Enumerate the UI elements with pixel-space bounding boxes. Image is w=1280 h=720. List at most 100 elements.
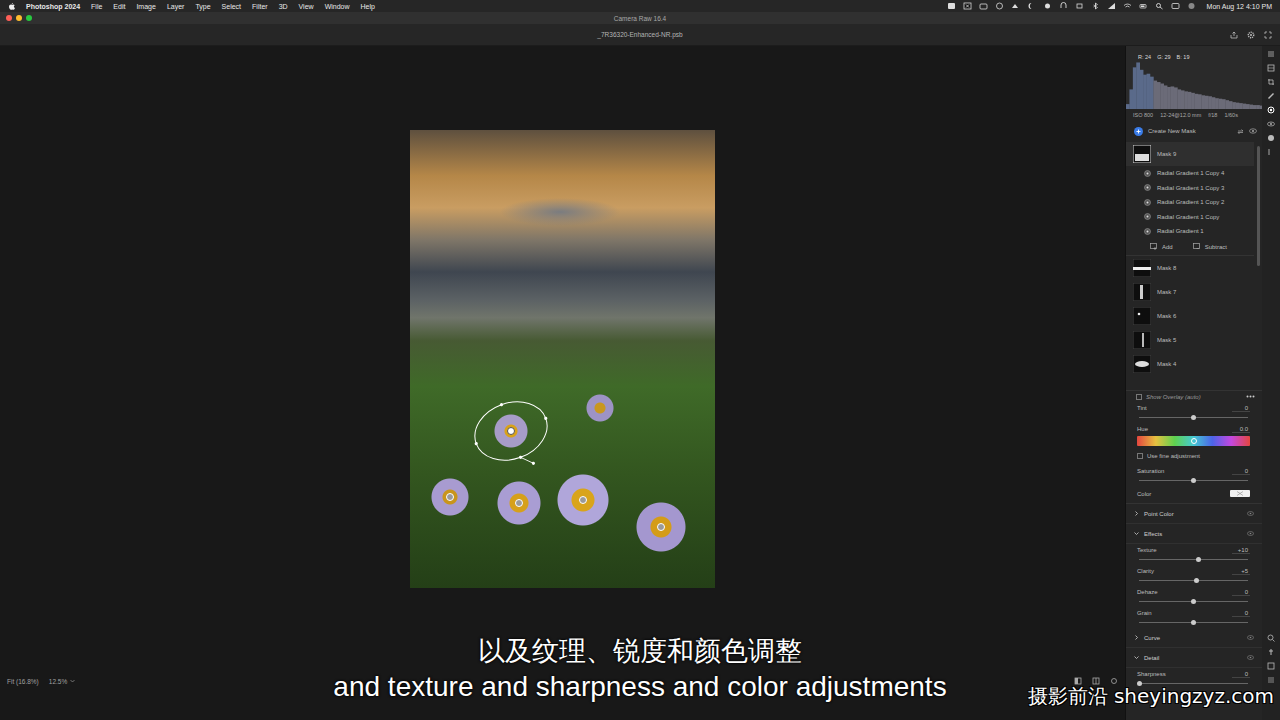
scrollbar[interactable] bbox=[1257, 146, 1260, 266]
window-button-icon[interactable] bbox=[16, 15, 22, 21]
mask-pin[interactable] bbox=[446, 493, 454, 501]
sync-icon[interactable] bbox=[1237, 128, 1244, 135]
menu-item[interactable]: View bbox=[299, 3, 314, 10]
clock[interactable]: Mon Aug 12 4:10 PM bbox=[1207, 3, 1272, 10]
status-icon[interactable] bbox=[1091, 2, 1100, 10]
create-mask-button[interactable]: Create New Mask bbox=[1148, 128, 1232, 134]
menu-item[interactable]: Layer bbox=[167, 3, 185, 10]
gear-icon[interactable] bbox=[1247, 31, 1255, 39]
mask-icon[interactable] bbox=[1267, 106, 1275, 114]
slider-value[interactable]: 0 bbox=[1232, 610, 1250, 617]
section-header[interactable]: Point Color bbox=[1126, 504, 1262, 524]
slider-track[interactable] bbox=[1139, 417, 1248, 418]
eye-icon[interactable] bbox=[1247, 511, 1254, 516]
slider-value[interactable]: 0 bbox=[1232, 405, 1250, 412]
slider-thumb[interactable] bbox=[1191, 478, 1196, 483]
mask-pin[interactable] bbox=[515, 499, 523, 507]
color-swatch-icon[interactable] bbox=[1230, 490, 1250, 497]
apple-icon[interactable] bbox=[8, 2, 15, 10]
redeye-icon[interactable] bbox=[1267, 120, 1275, 128]
mask-row[interactable]: Mask 7 bbox=[1126, 280, 1254, 304]
section-header[interactable]: Curve bbox=[1126, 628, 1262, 648]
menu-item[interactable]: Window bbox=[325, 3, 350, 10]
mask-component[interactable]: Radial Gradient 1 Copy 2 bbox=[1126, 195, 1254, 210]
edit-icon[interactable] bbox=[1267, 50, 1275, 58]
menu-item[interactable]: Help bbox=[361, 3, 375, 10]
settings-icon[interactable] bbox=[1110, 677, 1118, 685]
section-header[interactable]: Detail bbox=[1126, 648, 1262, 668]
slider-track[interactable] bbox=[1139, 559, 1248, 560]
slider-value[interactable]: 0 bbox=[1232, 589, 1250, 596]
slider-value[interactable]: 0.0 bbox=[1232, 426, 1250, 433]
presets-icon[interactable] bbox=[1267, 134, 1275, 142]
subtract-button[interactable]: Subtract bbox=[1193, 243, 1227, 250]
slider-track[interactable] bbox=[1139, 683, 1248, 684]
menu-item[interactable]: Select bbox=[222, 3, 241, 10]
slider-thumb[interactable] bbox=[1194, 578, 1199, 583]
slider-value[interactable]: +10 bbox=[1232, 547, 1250, 554]
crop-icon[interactable] bbox=[1267, 64, 1275, 72]
grid-icon[interactable] bbox=[1267, 662, 1275, 670]
mask-row[interactable]: Mask 6 bbox=[1126, 304, 1254, 328]
status-icon[interactable] bbox=[1059, 2, 1068, 10]
status-icon[interactable] bbox=[947, 2, 956, 10]
toggle-icon[interactable] bbox=[1267, 676, 1275, 684]
status-icon[interactable] bbox=[1139, 2, 1148, 10]
mask-row[interactable]: Mask 9 bbox=[1126, 142, 1254, 166]
zoom-icon[interactable] bbox=[1267, 634, 1275, 642]
photo-preview[interactable] bbox=[410, 130, 715, 588]
status-icon[interactable] bbox=[1155, 2, 1164, 10]
zoom-select[interactable]: 12.5% bbox=[49, 678, 75, 685]
menu-item[interactable]: 3D bbox=[279, 3, 288, 10]
status-icon[interactable] bbox=[1011, 2, 1020, 10]
slider-track[interactable] bbox=[1139, 601, 1248, 602]
hue-thumb[interactable] bbox=[1191, 438, 1197, 444]
status-icon[interactable] bbox=[963, 2, 972, 10]
fine-checkbox[interactable] bbox=[1137, 453, 1143, 459]
mask-component[interactable]: Radial Gradient 1 bbox=[1126, 224, 1254, 239]
eye-icon[interactable] bbox=[1247, 655, 1254, 660]
slider-track[interactable] bbox=[1139, 480, 1248, 481]
slider-thumb[interactable] bbox=[1191, 415, 1196, 420]
eye-icon[interactable] bbox=[1249, 128, 1257, 134]
fullscreen-icon[interactable] bbox=[1264, 31, 1272, 39]
more-icon[interactable] bbox=[1267, 148, 1275, 156]
add-button[interactable]: Add bbox=[1150, 243, 1173, 250]
slider-thumb[interactable] bbox=[1191, 620, 1196, 625]
window-button-icon[interactable] bbox=[26, 15, 32, 21]
hand-icon[interactable] bbox=[1267, 648, 1275, 656]
mask-component[interactable]: Radial Gradient 1 Copy bbox=[1126, 210, 1254, 225]
status-icon[interactable] bbox=[1107, 2, 1116, 10]
export-icon[interactable] bbox=[1230, 31, 1238, 39]
slider-thumb[interactable] bbox=[1191, 599, 1196, 604]
slider-track[interactable] bbox=[1139, 580, 1248, 581]
mask-row[interactable]: Mask 5 bbox=[1126, 328, 1254, 352]
overlay-checkbox[interactable] bbox=[1136, 394, 1142, 400]
slider-value[interactable]: 0 bbox=[1232, 671, 1250, 678]
crop-rotate-icon[interactable] bbox=[1267, 78, 1275, 86]
app-menu[interactable]: Photoshop 2024 bbox=[26, 3, 80, 10]
mask-component[interactable]: Radial Gradient 1 Copy 4 bbox=[1126, 166, 1254, 181]
status-icon[interactable] bbox=[1123, 2, 1132, 10]
status-icon[interactable] bbox=[1075, 2, 1084, 10]
compare-icon[interactable] bbox=[1074, 677, 1082, 685]
eye-icon[interactable] bbox=[1247, 635, 1254, 640]
mask-pin[interactable] bbox=[579, 496, 587, 504]
heal-icon[interactable] bbox=[1267, 92, 1275, 100]
mask-row[interactable]: Mask 8 bbox=[1126, 256, 1254, 280]
status-icon[interactable] bbox=[1171, 2, 1180, 10]
menu-item[interactable]: Filter bbox=[252, 3, 268, 10]
slider-thumb[interactable] bbox=[1196, 557, 1201, 562]
mask-row[interactable]: Mask 4 bbox=[1126, 352, 1254, 376]
section-header[interactable]: Effects bbox=[1126, 524, 1262, 544]
mask-pin[interactable] bbox=[657, 523, 665, 531]
more-icon[interactable] bbox=[1246, 395, 1255, 398]
mask-pin[interactable] bbox=[507, 427, 515, 435]
fit-zoom[interactable]: Fit (16.8%) bbox=[7, 678, 39, 685]
status-icon[interactable] bbox=[995, 2, 1004, 10]
menu-item[interactable]: File bbox=[91, 3, 102, 10]
status-icon[interactable] bbox=[1043, 2, 1052, 10]
menu-item[interactable]: Image bbox=[136, 3, 155, 10]
slider-value[interactable]: +5 bbox=[1232, 568, 1250, 575]
window-button-icon[interactable] bbox=[6, 15, 12, 21]
